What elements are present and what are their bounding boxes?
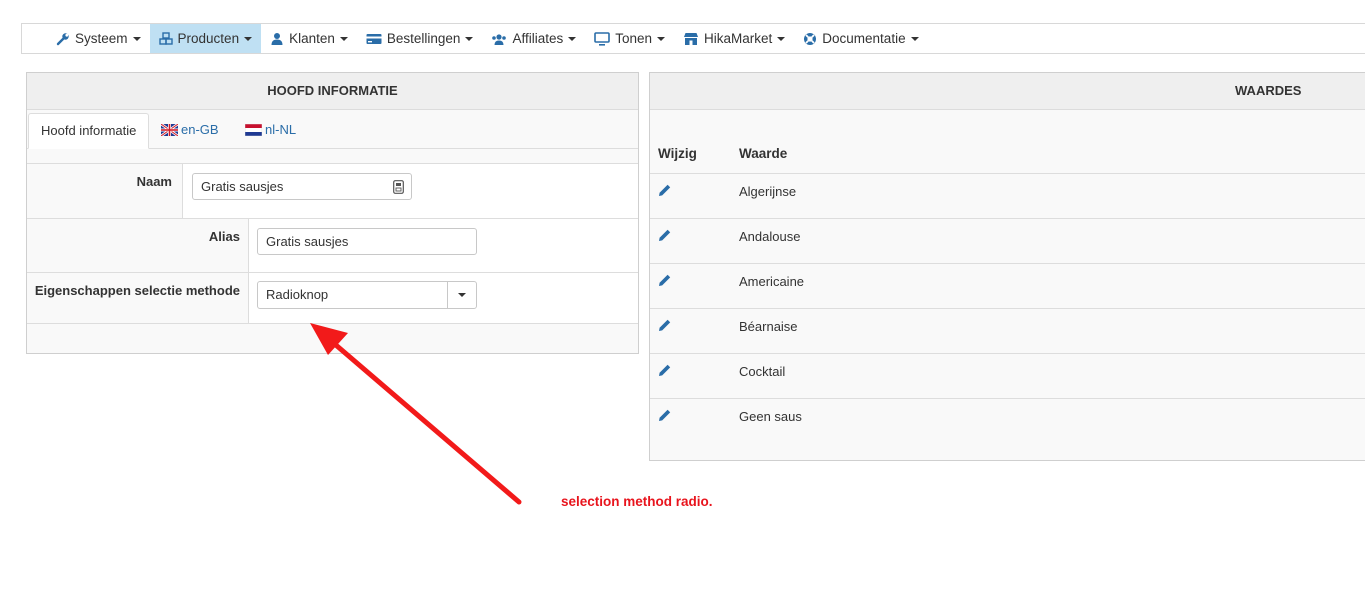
table-row: Americaine bbox=[650, 263, 1365, 309]
nav-label: Producten bbox=[177, 31, 240, 46]
value-cell: Béarnaise bbox=[739, 319, 798, 334]
annotation-text: selection method radio. bbox=[561, 494, 713, 509]
form-row-naam: Naam Gratis sausjes bbox=[27, 163, 638, 219]
naam-value: Gratis sausjes bbox=[201, 179, 284, 194]
caret-down-icon bbox=[132, 36, 141, 41]
panel-title: WAARDES bbox=[650, 73, 1365, 110]
cubes-icon bbox=[158, 31, 173, 46]
main-info-panel: HOOFD INFORMATIE Hoofd informatie en-GB … bbox=[26, 72, 639, 354]
translate-icon[interactable] bbox=[393, 180, 404, 194]
table-row: Geen saus bbox=[650, 398, 1365, 444]
tab-en-gb[interactable]: en-GB bbox=[149, 113, 231, 148]
language-tabs: Hoofd informatie en-GB nl-NL bbox=[27, 110, 638, 149]
caret-down-icon bbox=[465, 36, 474, 41]
alias-input[interactable]: Gratis sausjes bbox=[257, 228, 477, 255]
values-panel: WAARDES Wijzig Waarde Algerijnse Andalou… bbox=[649, 72, 1365, 461]
form-row-alias: Alias Gratis sausjes bbox=[27, 218, 638, 273]
caret-down-icon bbox=[657, 36, 666, 41]
selection-method-value: Radioknop bbox=[266, 287, 329, 302]
caret-down-icon bbox=[568, 36, 577, 41]
nav-item-hikamarket[interactable]: HikaMarket bbox=[674, 24, 794, 53]
tab-label: Hoofd informatie bbox=[41, 123, 137, 138]
caret-down-icon bbox=[244, 36, 253, 41]
nav-label: Affiliates bbox=[512, 31, 564, 46]
dropdown-button[interactable] bbox=[447, 282, 476, 308]
tab-label: en-GB bbox=[181, 122, 219, 137]
value-cell: Algerijnse bbox=[739, 184, 797, 199]
value-cell: Gratis sausjes bbox=[249, 219, 638, 273]
panel-title: HOOFD INFORMATIE bbox=[27, 73, 638, 110]
column-header-edit: Wijzig bbox=[658, 146, 697, 161]
naam-input[interactable]: Gratis sausjes bbox=[192, 173, 412, 200]
pencil-icon[interactable] bbox=[658, 183, 672, 197]
pencil-icon[interactable] bbox=[658, 273, 672, 287]
alias-label: Alias bbox=[208, 229, 240, 244]
annotation-arrow bbox=[310, 323, 522, 505]
value-cell: Gratis sausjes bbox=[183, 164, 638, 219]
nav-label: Systeem bbox=[75, 31, 128, 46]
pencil-icon[interactable] bbox=[658, 408, 672, 422]
top-navbar: Systeem Producten Klanten Bestellingen A… bbox=[21, 23, 1365, 54]
wrench-icon bbox=[56, 32, 70, 46]
nav-item-affiliates[interactable]: Affiliates bbox=[482, 24, 585, 53]
selection-method-label: Eigenschappen selectie methode bbox=[34, 283, 240, 298]
caret-down-icon bbox=[910, 36, 919, 41]
table-row: Algerijnse bbox=[650, 173, 1365, 219]
alias-value: Gratis sausjes bbox=[266, 234, 349, 249]
nav-item-bestellingen[interactable]: Bestellingen bbox=[357, 24, 483, 53]
caret-down-icon bbox=[339, 36, 348, 41]
label-cell: Eigenschappen selectie methode bbox=[27, 273, 249, 323]
lifebuoy-icon bbox=[803, 32, 817, 46]
nav-label: Documentatie bbox=[822, 31, 906, 46]
user-icon bbox=[270, 32, 284, 46]
shop-icon bbox=[683, 32, 699, 46]
pencil-icon[interactable] bbox=[658, 318, 672, 332]
users-icon bbox=[491, 32, 507, 46]
nav-item-tonen[interactable]: Tonen bbox=[585, 24, 674, 53]
pencil-icon[interactable] bbox=[658, 363, 672, 377]
nav-item-documentatie[interactable]: Documentatie bbox=[794, 24, 927, 53]
selection-method-select[interactable]: Radioknop bbox=[257, 281, 477, 309]
value-cell: Geen saus bbox=[739, 409, 802, 424]
tab-nl-nl[interactable]: nl-NL bbox=[233, 113, 308, 148]
tab-hoofd-informatie[interactable]: Hoofd informatie bbox=[28, 113, 150, 149]
naam-label: Naam bbox=[136, 174, 172, 189]
caret-down-icon bbox=[777, 36, 786, 41]
value-cell: Americaine bbox=[739, 274, 805, 289]
nav-label: Bestellingen bbox=[386, 31, 461, 46]
value-cell: Cocktail bbox=[739, 364, 786, 379]
credit-card-icon bbox=[366, 32, 382, 46]
table-row: Béarnaise bbox=[650, 308, 1365, 354]
table-header: Wijzig Waarde bbox=[650, 146, 1365, 173]
nav-item-systeem[interactable]: Systeem bbox=[47, 24, 150, 53]
label-cell: Naam bbox=[27, 164, 183, 219]
uk-flag-icon bbox=[161, 124, 178, 136]
pencil-icon[interactable] bbox=[658, 228, 672, 242]
caret-down-icon bbox=[458, 293, 466, 297]
nav-item-klanten[interactable]: Klanten bbox=[261, 24, 357, 53]
nav-label: Tonen bbox=[615, 31, 653, 46]
column-header-value: Waarde bbox=[739, 146, 788, 161]
label-cell: Alias bbox=[27, 219, 249, 273]
nl-flag-icon bbox=[245, 124, 262, 136]
nav-label: HikaMarket bbox=[704, 31, 773, 46]
table-row: Cocktail bbox=[650, 353, 1365, 399]
nav-item-producten[interactable]: Producten bbox=[149, 24, 262, 53]
value-cell: Andalouse bbox=[739, 229, 801, 244]
nav-label: Klanten bbox=[289, 31, 335, 46]
tab-label: nl-NL bbox=[265, 122, 297, 137]
monitor-icon bbox=[594, 31, 611, 46]
table-row: Andalouse bbox=[650, 218, 1365, 264]
